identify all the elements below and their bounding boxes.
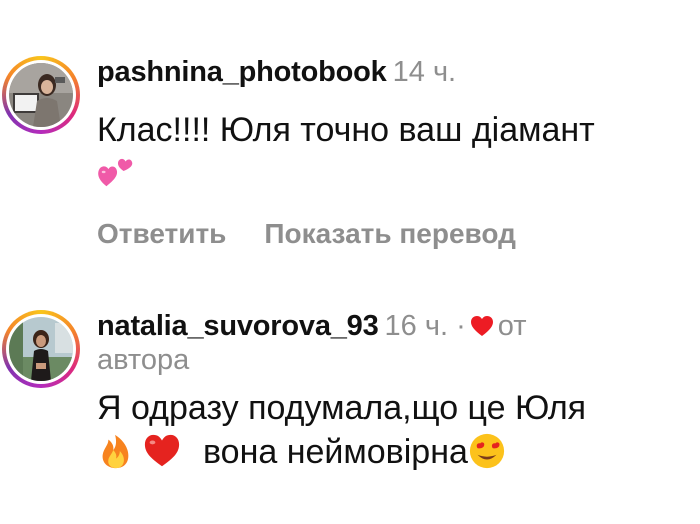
username-link[interactable]: natalia_suvorova_93	[97, 310, 379, 342]
show-translation-button[interactable]: Показать перевод	[264, 218, 516, 249]
avatar[interactable]	[9, 317, 73, 381]
comment-text: Я одразу подумала,що це Юля	[97, 389, 587, 427]
liked-by-author-prefix: от	[497, 310, 527, 342]
comment-emoji-line	[97, 152, 700, 196]
comment-text-tail: вона неймовірна	[203, 433, 468, 471]
separator-dot: ·	[456, 310, 466, 342]
red-heart-icon	[144, 434, 180, 467]
username-link[interactable]: pashnina_photobook	[97, 56, 387, 88]
comment-text-line-2: вона неймовірна	[97, 430, 700, 474]
heart-eyes-icon	[469, 433, 505, 469]
fire-icon	[102, 434, 129, 469]
two-hearts-icon	[98, 158, 133, 187]
avatar[interactable]	[9, 63, 73, 127]
reply-button[interactable]: Ответить	[97, 218, 226, 249]
timestamp: 14 ч.	[392, 56, 457, 88]
comment-text: Клас!!!! Юля точно ваш діамант	[97, 111, 595, 149]
story-ring[interactable]	[2, 56, 80, 134]
story-ring[interactable]	[2, 310, 80, 388]
comment-actions: Ответить Показать перевод	[97, 214, 700, 254]
heart-icon	[470, 316, 493, 336]
timestamp: 16 ч.	[384, 310, 449, 342]
liked-by-author-suffix: автора	[97, 344, 190, 376]
